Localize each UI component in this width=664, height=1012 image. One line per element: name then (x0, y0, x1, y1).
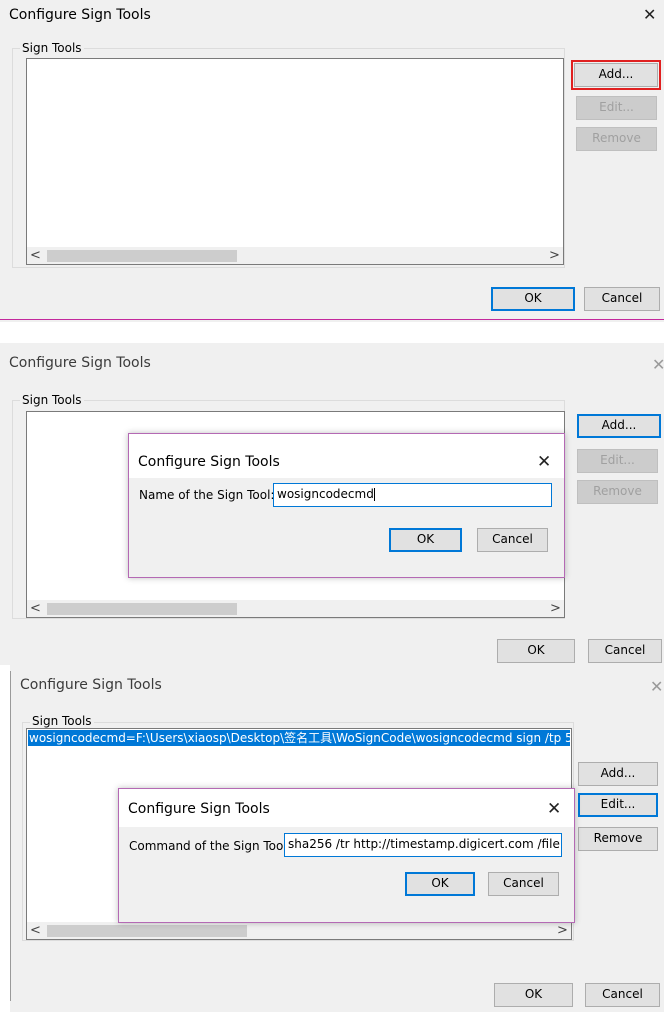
dialog-cancel-button[interactable]: Cancel (488, 872, 559, 896)
command-label: Command of the Sign Tool: (129, 839, 291, 853)
command-dialog: Configure Sign Tools ✕ Command of the Si… (118, 788, 575, 923)
ok-button[interactable]: OK (497, 639, 575, 663)
window-title: Configure Sign Tools (20, 677, 162, 693)
horizontal-scrollbar[interactable]: < > (27, 247, 563, 264)
scroll-left-icon[interactable]: < (27, 600, 44, 617)
close-icon[interactable]: ✕ (547, 799, 561, 819)
window-title: Configure Sign Tools (9, 355, 151, 371)
dialog-cancel-button[interactable]: Cancel (477, 528, 548, 552)
add-button[interactable]: Add... (571, 60, 661, 90)
list-item[interactable]: wosigncodecmd=F:\Users\xiaosp\Desktop\签名… (28, 730, 570, 746)
sign-tools-group-label: Sign Tools (20, 393, 84, 407)
sign-tools-group-label: Sign Tools (30, 714, 94, 728)
scroll-thumb[interactable] (47, 603, 237, 615)
scroll-thumb[interactable] (47, 250, 237, 262)
close-icon[interactable]: ✕ (650, 677, 663, 696)
add-button[interactable]: Add... (578, 762, 658, 786)
ok-button[interactable]: OK (491, 287, 575, 311)
scroll-left-icon[interactable]: < (27, 247, 44, 264)
horizontal-scrollbar[interactable]: < > (27, 922, 571, 939)
configure-sign-tools-window-2: Configure Sign Tools ✕ Sign Tools < > Ad… (0, 343, 664, 665)
cancel-button[interactable]: Cancel (588, 639, 662, 663)
name-input-value: wosigncodecmd (277, 487, 374, 501)
configure-sign-tools-window-1: Configure Sign Tools ✕ Sign Tools < > Ad… (0, 0, 664, 322)
remove-button[interactable]: Remove (576, 127, 657, 151)
dialog-body: Command of the Sign Tool: sha256 /tr htt… (119, 827, 574, 922)
command-input[interactable]: sha256 /tr http://timestamp.digicert.com… (284, 833, 562, 857)
edit-button[interactable]: Edit... (578, 793, 658, 817)
edit-button[interactable]: Edit... (577, 449, 658, 473)
horizontal-scrollbar[interactable]: < > (27, 600, 564, 617)
edit-button[interactable]: Edit... (576, 96, 657, 120)
name-input[interactable]: wosigncodecmd (273, 483, 552, 507)
dialog-ok-button[interactable]: OK (389, 528, 462, 552)
scroll-right-icon[interactable]: > (546, 247, 563, 264)
scroll-left-icon[interactable]: < (27, 922, 44, 939)
close-icon[interactable]: ✕ (537, 452, 551, 472)
close-icon[interactable]: ✕ (652, 355, 664, 374)
remove-button[interactable]: Remove (578, 827, 658, 851)
sign-tools-list[interactable]: < > (26, 58, 564, 265)
dialog-ok-button[interactable]: OK (405, 872, 475, 896)
configure-sign-tools-window-3: Configure Sign Tools ✕ Sign Tools wosign… (0, 665, 664, 1012)
sign-tools-group-label: Sign Tools (20, 41, 84, 55)
command-input-value: sha256 /tr http://timestamp.digicert.com… (288, 837, 562, 851)
text-caret (373, 488, 375, 501)
scroll-right-icon[interactable]: > (554, 922, 571, 939)
cancel-button[interactable]: Cancel (585, 983, 660, 1007)
remove-button[interactable]: Remove (577, 480, 658, 504)
add-button[interactable]: Add... (577, 414, 661, 438)
dialog-body: Name of the Sign Tool: wosigncodecmd OK … (129, 478, 564, 577)
scroll-right-icon[interactable]: > (547, 600, 564, 617)
window-title: Configure Sign Tools (9, 7, 151, 23)
dialog-title: Configure Sign Tools (128, 801, 270, 817)
name-label: Name of the Sign Tool: (139, 488, 275, 502)
name-dialog: Configure Sign Tools ✕ Name of the Sign … (128, 433, 565, 578)
panel-separator (0, 319, 664, 320)
close-icon[interactable]: ✕ (643, 5, 656, 24)
ok-button[interactable]: OK (494, 983, 573, 1007)
scroll-thumb[interactable] (47, 925, 247, 937)
dialog-title: Configure Sign Tools (138, 454, 280, 470)
cancel-button[interactable]: Cancel (584, 287, 660, 311)
